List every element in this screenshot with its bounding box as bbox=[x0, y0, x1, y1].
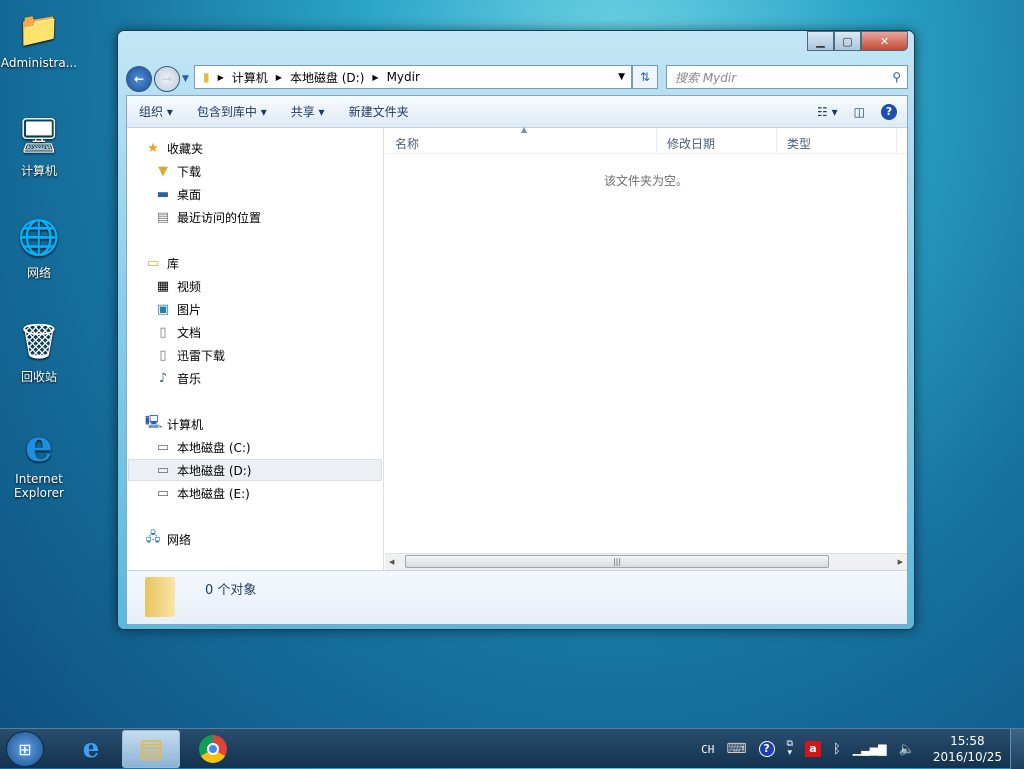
download-folder-icon: ▼ bbox=[158, 163, 168, 179]
search-icon[interactable]: ⚲ bbox=[892, 70, 901, 84]
nav-libraries[interactable]: ▭ 库 bbox=[145, 253, 179, 273]
taskbar-chrome[interactable] bbox=[184, 730, 242, 768]
nav-downloads[interactable]: ▼ 下载 bbox=[155, 161, 201, 181]
empty-folder-message: 该文件夹为空。 bbox=[603, 174, 688, 188]
nav-network[interactable]: 🖧 网络 bbox=[145, 529, 191, 549]
network-icon: 🖧 bbox=[145, 530, 161, 545]
folder-icon bbox=[145, 577, 175, 617]
nav-pictures[interactable]: ▣ 图片 bbox=[155, 299, 201, 319]
search-input[interactable]: 搜索 Mydir ⚲ bbox=[666, 65, 908, 89]
nav-drive-c[interactable]: ▭ 本地磁盘 (C:) bbox=[155, 437, 251, 457]
organize-button[interactable]: 组织 ▾ bbox=[127, 103, 185, 120]
ie-icon: e bbox=[25, 420, 53, 472]
back-button[interactable]: ← bbox=[126, 66, 152, 92]
taskbar-ie[interactable]: e bbox=[62, 730, 120, 768]
computer-icon: 🖥 bbox=[17, 116, 61, 156]
horizontal-scrollbar[interactable]: ◀ ||| ▶ bbox=[385, 553, 907, 570]
nav-documents[interactable]: ▯ 文档 bbox=[155, 322, 201, 342]
recent-pages-dropdown[interactable]: ▼ bbox=[182, 74, 189, 84]
desktop-icon-user[interactable]: 📁 Administra... bbox=[0, 8, 78, 70]
nav-thunder-downloads[interactable]: ▯ 迅雷下载 bbox=[155, 345, 225, 365]
taskbar-explorer[interactable]: ▤ bbox=[122, 730, 180, 768]
nav-computer[interactable]: 🖳 计算机 bbox=[145, 414, 203, 434]
signal-icon[interactable]: ▁▃▅▇ bbox=[853, 743, 887, 756]
explorer-window: ▁ ▢ ✕ ← → ▼ ▮ ▶ 计算机 ▶ 本地磁盘 (D:) ▶ Mydir … bbox=[117, 30, 915, 630]
help-tray-icon[interactable]: ? bbox=[758, 741, 775, 757]
keyboard-icon[interactable]: ⌨ bbox=[726, 741, 746, 757]
start-button[interactable]: ⊞ bbox=[6, 731, 44, 767]
scroll-left-arrow[interactable]: ◀ bbox=[389, 558, 394, 566]
nav-favorites[interactable]: ★ 收藏夹 bbox=[145, 138, 203, 158]
chrome-icon bbox=[199, 735, 227, 763]
desktop-icon-computer[interactable]: 🖥 计算机 bbox=[0, 114, 78, 179]
language-indicator[interactable]: CH bbox=[701, 743, 714, 756]
nav-drive-e[interactable]: ▭ 本地磁盘 (E:) bbox=[155, 483, 250, 503]
breadcrumb-computer[interactable]: 计算机 bbox=[232, 69, 268, 86]
desktop-icon-recycle-bin[interactable]: 🗑 回收站 bbox=[0, 320, 78, 385]
details-pane: 0 个对象 bbox=[127, 570, 907, 624]
explorer-folder-icon: ▤ bbox=[138, 734, 164, 764]
bluetooth-icon[interactable]: ᛒ bbox=[833, 742, 841, 757]
library-icon: ▭ bbox=[146, 255, 160, 271]
scrollbar-thumb[interactable]: ||| bbox=[405, 555, 829, 568]
star-icon: ★ bbox=[147, 140, 159, 156]
breadcrumb-mydir[interactable]: Mydir bbox=[387, 70, 420, 84]
clock[interactable]: 15:58 2016/10/25 bbox=[933, 733, 1002, 765]
desktop-icon-ie[interactable]: e Internet Explorer bbox=[0, 420, 78, 501]
desktop-icon: ▬ bbox=[156, 186, 170, 202]
nav-videos[interactable]: ▦ 视频 bbox=[155, 276, 201, 296]
computer-icon: 🖳 bbox=[145, 415, 163, 430]
desktop-icon-network[interactable]: 🌐 网络 bbox=[0, 216, 78, 281]
document-icon: ▯ bbox=[159, 347, 167, 363]
document-icon: ▯ bbox=[159, 324, 167, 340]
help-icon[interactable]: ? bbox=[881, 103, 897, 120]
new-folder-button[interactable]: 新建文件夹 bbox=[337, 103, 421, 120]
view-options-button[interactable]: ☷ ▾ bbox=[817, 105, 838, 119]
nav-desktop[interactable]: ▬ 桌面 bbox=[155, 184, 201, 204]
nav-recent[interactable]: ▤ 最近访问的位置 bbox=[155, 207, 261, 227]
refresh-button[interactable]: ⇅ bbox=[632, 65, 658, 89]
include-library-button[interactable]: 包含到库中 ▾ bbox=[185, 103, 279, 120]
picture-icon: ▣ bbox=[156, 301, 170, 317]
recent-places-icon: ▤ bbox=[156, 209, 170, 225]
nav-music[interactable]: ♪ 音乐 bbox=[155, 368, 201, 388]
maximize-button[interactable]: ▢ bbox=[834, 31, 861, 51]
network-icon: 🌐 bbox=[17, 218, 61, 258]
forward-button[interactable]: → bbox=[154, 66, 180, 92]
sort-ascending-icon: ▲ bbox=[521, 125, 528, 134]
file-list[interactable]: 名称▲ 修改日期 类型 大 该文件夹为空。 ◀ ||| ▶ bbox=[385, 125, 907, 570]
column-type[interactable]: 类型 bbox=[777, 128, 897, 153]
drive-icon: ▭ bbox=[156, 462, 170, 478]
show-hidden-icons[interactable]: ⧉ ▾ bbox=[787, 740, 793, 758]
share-button[interactable]: 共享 ▾ bbox=[279, 103, 337, 120]
column-name[interactable]: 名称 ▲ bbox=[385, 125, 657, 153]
minimize-button[interactable]: ▁ bbox=[807, 31, 834, 51]
preview-pane-button[interactable]: ◫ bbox=[854, 105, 865, 119]
item-count: 0 个对象 bbox=[205, 583, 257, 598]
address-bar[interactable]: ▮ ▶ 计算机 ▶ 本地磁盘 (D:) ▶ Mydir ▼ bbox=[194, 65, 632, 89]
breadcrumb-drive-d[interactable]: 本地磁盘 (D:) bbox=[290, 69, 364, 86]
volume-icon[interactable]: 🔈 bbox=[899, 742, 915, 757]
navigation-pane: ★ 收藏夹 ▼ 下载 ▬ 桌面 ▤ 最近访问的位置 ▭ 库 ▦ 视频 ▣ 图片 ▯ 文档 ▯ 迅雷… bbox=[127, 128, 384, 570]
taskbar: ⊞ e ▤ CH ⌨ ? ⧉ ▾ a ᛒ ▁▃▅▇ 🔈 15:58 2016/10/… bbox=[0, 728, 1024, 769]
video-icon: ▦ bbox=[156, 278, 170, 294]
show-desktop-button[interactable] bbox=[1010, 729, 1024, 769]
recycle-bin-icon: 🗑 bbox=[17, 322, 61, 362]
column-size[interactable]: 大 bbox=[897, 128, 907, 153]
folder-icon: ▮ bbox=[203, 70, 210, 84]
user-folder-icon: 📁 bbox=[17, 10, 61, 50]
music-icon: ♪ bbox=[158, 370, 168, 386]
column-date[interactable]: 修改日期 bbox=[657, 128, 777, 153]
ie-icon: e bbox=[82, 734, 100, 764]
address-dropdown[interactable]: ▼ bbox=[618, 72, 625, 82]
close-button[interactable]: ✕ bbox=[861, 31, 908, 51]
scroll-right-arrow[interactable]: ▶ bbox=[898, 558, 903, 566]
system-drive-icon: ▭ bbox=[156, 439, 170, 455]
antivirus-icon[interactable]: a bbox=[804, 741, 821, 757]
drive-icon: ▭ bbox=[156, 485, 170, 501]
nav-drive-d[interactable]: ▭ 本地磁盘 (D:) bbox=[128, 459, 382, 481]
